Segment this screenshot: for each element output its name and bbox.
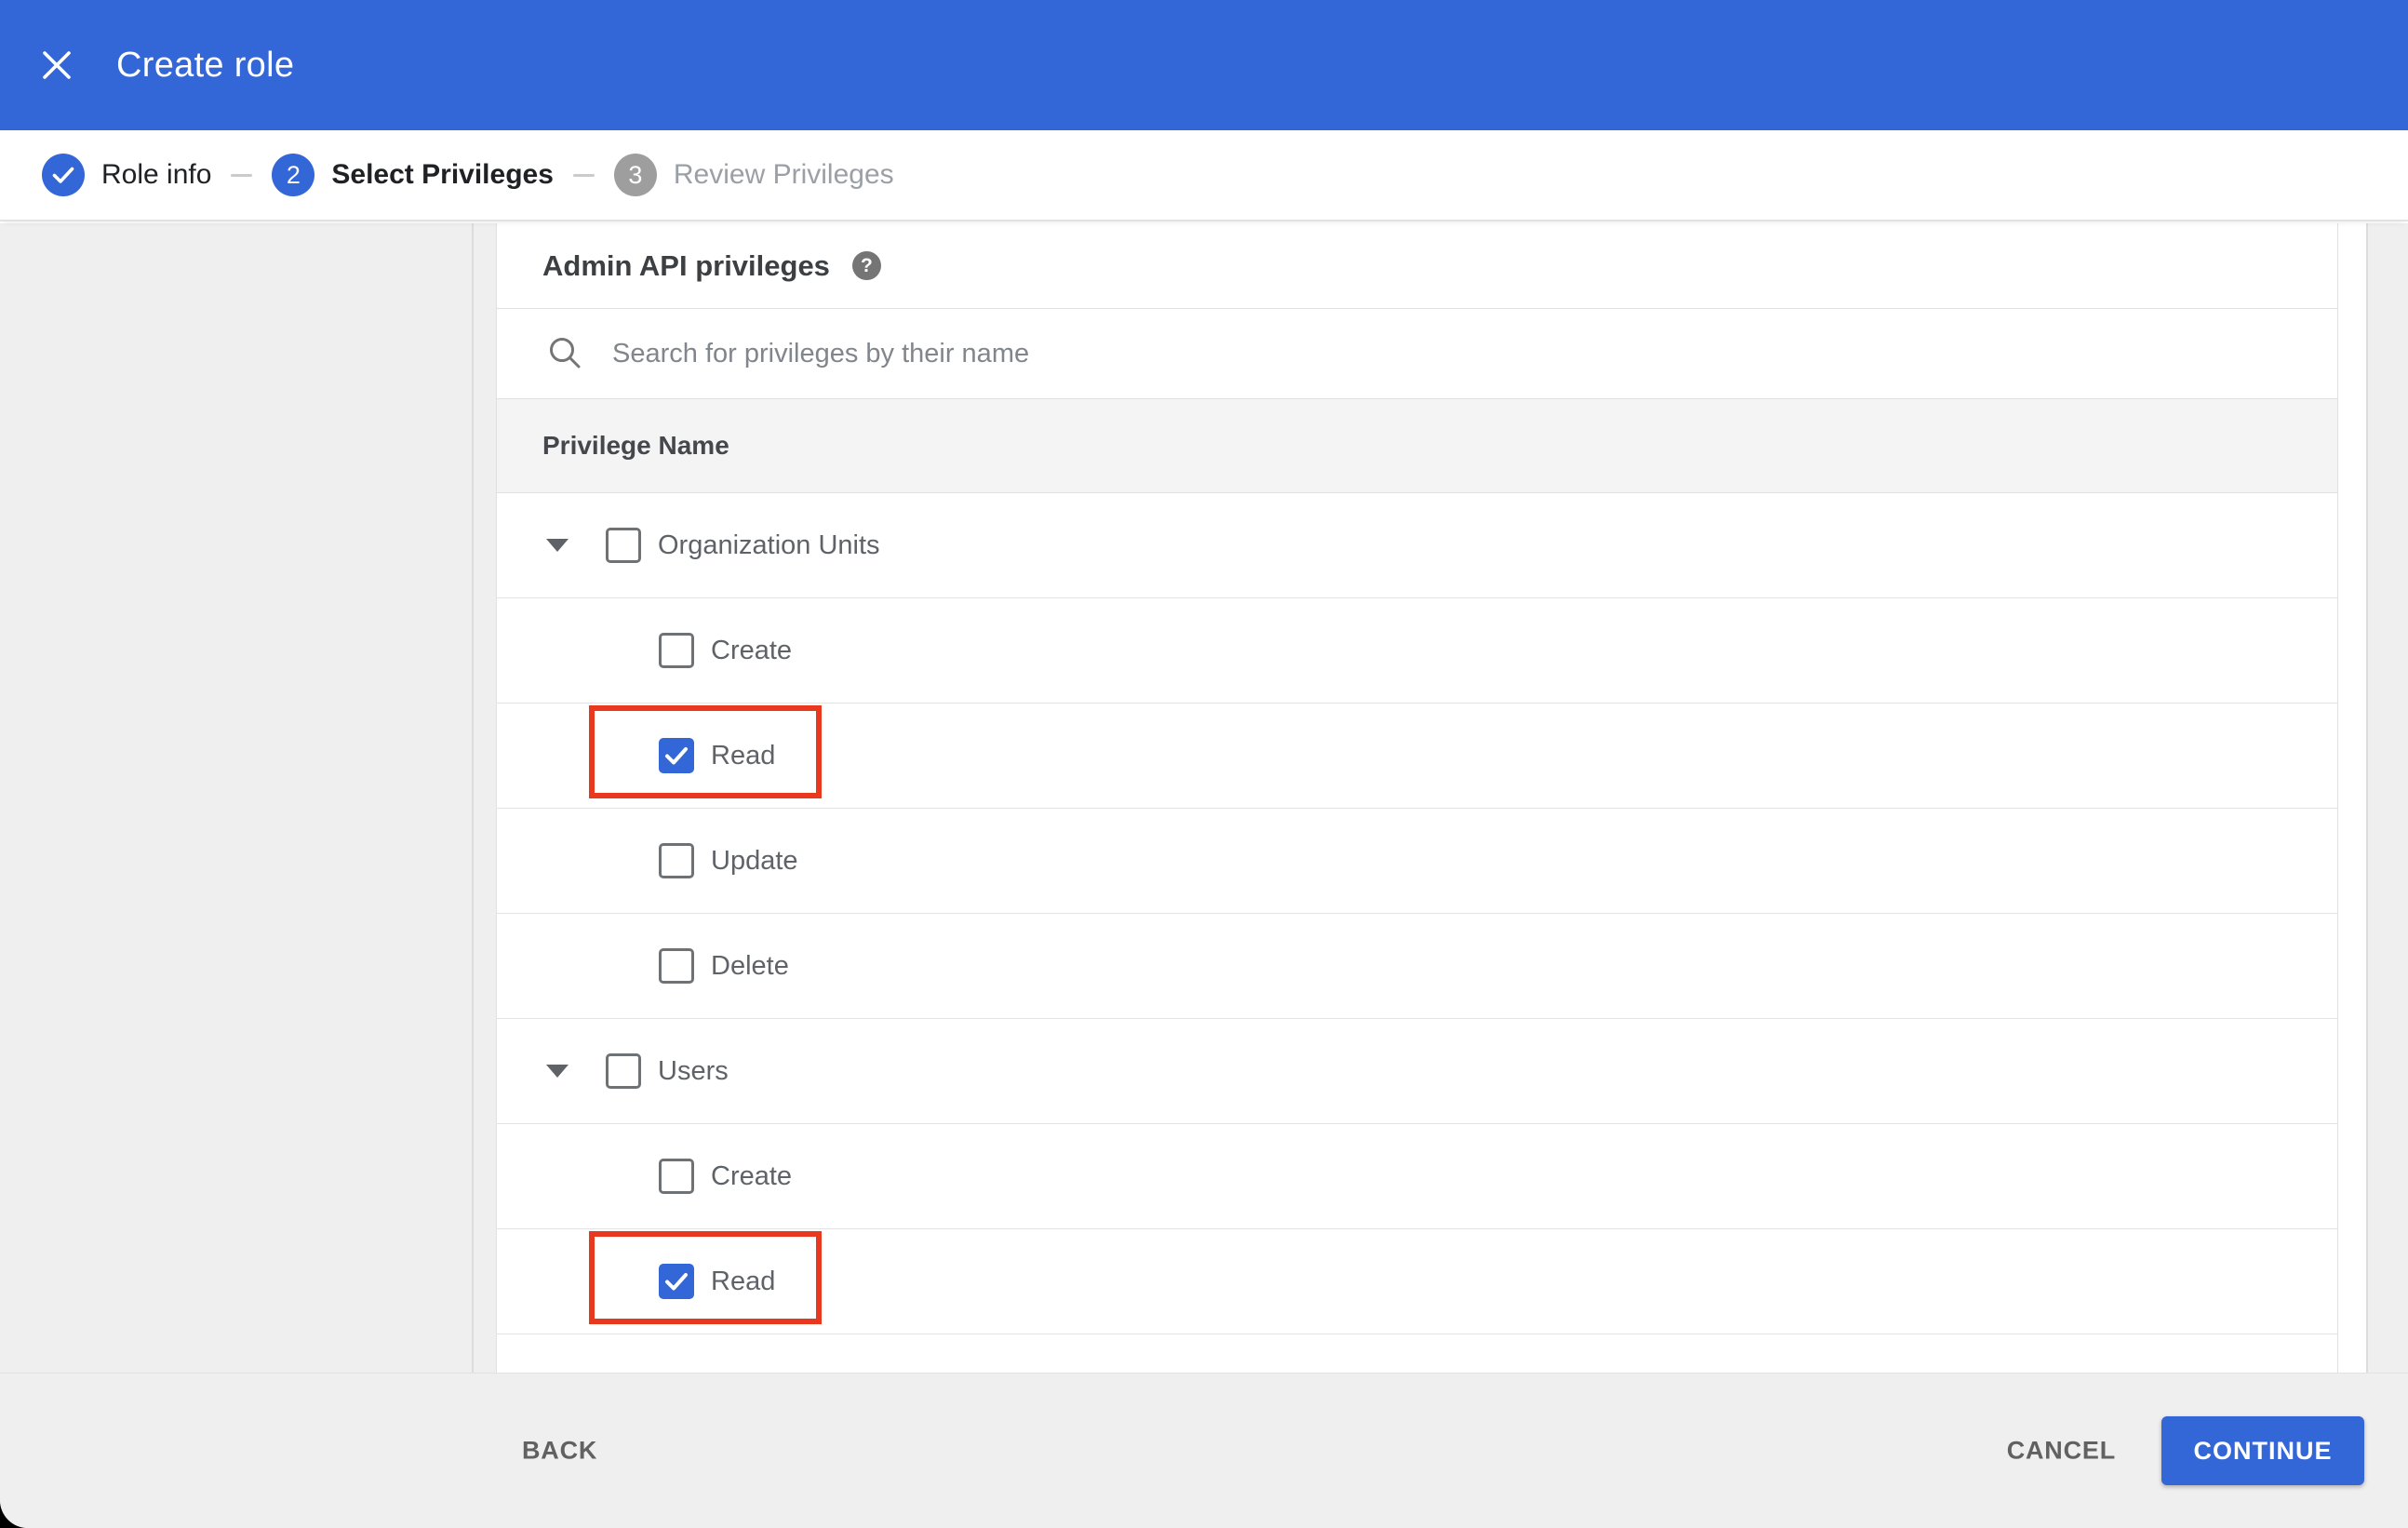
step-divider (231, 173, 253, 177)
red-highlight-box (589, 705, 822, 798)
checkbox-orgunits-delete[interactable] (659, 948, 694, 984)
help-icon[interactable]: ? (851, 251, 881, 280)
close-icon[interactable] (41, 49, 73, 81)
step-select-privileges[interactable]: 2 Select Privileges (272, 154, 554, 196)
step-review-privileges[interactable]: 3 Review Privileges (613, 154, 894, 196)
row-orgunits-create: Create (497, 598, 2337, 704)
left-panel-divider (472, 223, 474, 1373)
create-role-dialog: Create role Role info 2 Select Privilege… (0, 0, 2408, 1528)
table-header: Privilege Name (497, 399, 2337, 493)
row-label: Delete (711, 950, 789, 981)
row-orgunits-read: Read (497, 704, 2337, 809)
collapse-arrow-icon[interactable] (546, 1065, 569, 1078)
step1-label: Role info (101, 159, 212, 190)
checkbox-orgunits-read[interactable] (659, 738, 694, 773)
checkbox-orgunits-create[interactable] (659, 633, 694, 668)
checkbox-orgunits-update[interactable] (659, 843, 694, 878)
stepper: Role info 2 Select Privileges 3 Review P… (0, 130, 2408, 221)
row-orgunits-delete: Delete (497, 914, 2337, 1019)
step1-circle (42, 154, 85, 196)
row-users-read: Read (497, 1229, 2337, 1334)
check-icon (665, 1272, 688, 1290)
row-label: Create (711, 1160, 793, 1191)
step-divider (572, 173, 595, 177)
step2-label: Select Privileges (331, 159, 554, 190)
column-privilege-name: Privilege Name (542, 431, 729, 460)
row-label: Read (711, 740, 776, 771)
row-users-create: Create (497, 1124, 2337, 1229)
continue-button[interactable]: CONTINUE (2161, 1416, 2364, 1485)
checkbox-organization-units[interactable] (606, 528, 641, 563)
checkbox-users-create[interactable] (659, 1159, 694, 1194)
row-partial (497, 1334, 2337, 1364)
step3-circle: 3 (613, 154, 657, 196)
cancel-button[interactable]: CANCEL (2007, 1437, 2116, 1466)
footer: BACK CANCEL CONTINUE (0, 1373, 2408, 1528)
red-highlight-box (589, 1231, 822, 1324)
row-label: Organization Units (658, 529, 880, 560)
row-label: Read (711, 1266, 776, 1296)
step2-circle: 2 (272, 154, 315, 196)
search-icon (550, 338, 581, 369)
card-title-row: Admin API privileges ? (497, 223, 2337, 309)
row-organization-units: Organization Units (497, 493, 2337, 598)
row-orgunits-update: Update (497, 809, 2337, 914)
scroll-gutter (2338, 223, 2366, 1373)
row-users: Users (497, 1019, 2337, 1124)
appbar: Create role (0, 0, 2408, 130)
right-panel-divider (2366, 223, 2368, 1373)
back-button[interactable]: BACK (522, 1437, 597, 1466)
check-icon (665, 746, 688, 764)
search-input[interactable] (612, 338, 2008, 369)
checkbox-users[interactable] (606, 1053, 641, 1089)
step-role-info[interactable]: Role info (42, 154, 211, 196)
privileges-card: Admin API privileges ? Privilege Name Or… (496, 223, 2338, 1373)
search-row (497, 309, 2337, 399)
checkbox-users-read[interactable] (659, 1264, 694, 1299)
dialog-title: Create role (116, 45, 295, 85)
row-label: Create (711, 635, 793, 665)
card-title: Admin API privileges (542, 248, 830, 282)
row-label: Update (711, 845, 798, 876)
row-label: Users (658, 1055, 729, 1086)
check-icon (52, 167, 74, 183)
workspace-background: Admin API privileges ? Privilege Name Or… (0, 223, 2408, 1373)
collapse-arrow-icon[interactable] (546, 539, 569, 552)
step3-label: Review Privileges (673, 159, 894, 190)
